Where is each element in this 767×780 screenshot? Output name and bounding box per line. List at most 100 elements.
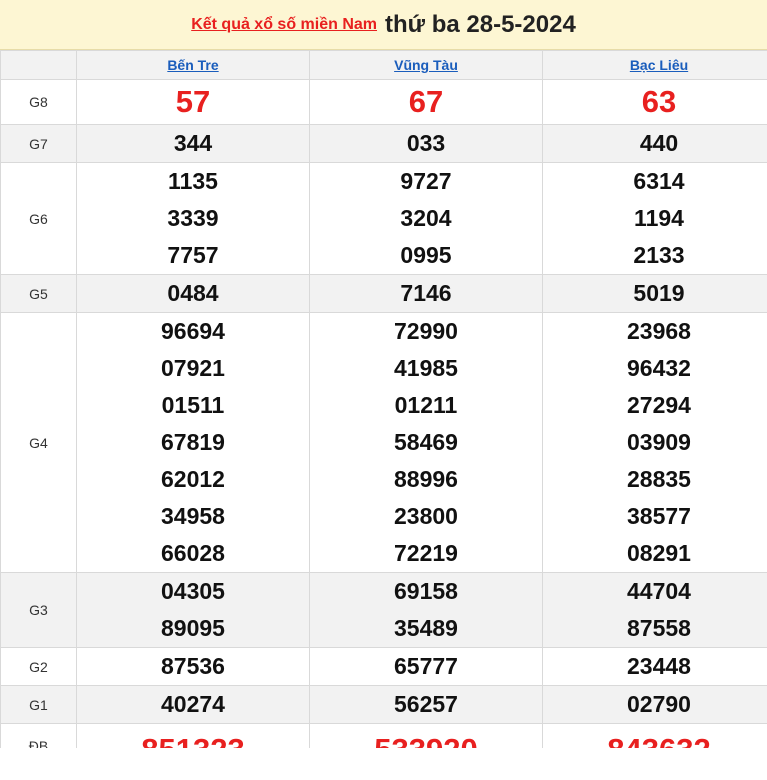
prize-number: 96432	[627, 355, 691, 381]
prize-number: 72219	[394, 540, 458, 566]
prize-number: 3204	[400, 205, 452, 231]
prize-cell: 440	[542, 124, 767, 163]
province-link-ben-tre[interactable]: Bến Tre	[167, 57, 218, 73]
prize-number: 28835	[627, 466, 691, 492]
prize-number: 1194	[634, 205, 684, 231]
results-table: Bến Tre Vũng Tàu Bạc Liêu G8 57 67 63 G7…	[0, 50, 767, 771]
prize-label: G7	[0, 124, 77, 163]
prize-number: 04305	[161, 578, 225, 604]
prize-number: 35489	[394, 615, 458, 641]
prize-cell: 63	[542, 79, 767, 125]
province-header-row: Bến Tre Vũng Tàu Bạc Liêu	[0, 50, 767, 80]
prize-number: 5019	[633, 280, 685, 306]
prize-number: 7757	[167, 242, 219, 268]
prize-number: 87536	[161, 653, 225, 679]
prize-cell: 96694 07921 01511 67819 62012 34958 6602…	[76, 312, 310, 573]
prize-label: G5	[0, 274, 77, 313]
prize-number: 44704	[627, 578, 691, 604]
prize-number: 02790	[627, 691, 691, 717]
prize-number: 1135	[168, 168, 218, 194]
prize-number: 23448	[627, 653, 691, 679]
prize-number: 23800	[394, 503, 458, 529]
prize-number: 96694	[161, 318, 225, 344]
prize-label: G8	[0, 79, 77, 125]
prize-number: 67	[408, 84, 444, 119]
prize-cell: 40274	[76, 685, 310, 724]
bottom-crop	[0, 748, 767, 780]
prize-label: G6	[0, 162, 77, 275]
prize-cell: 1135 3339 7757	[76, 162, 310, 275]
prize-number: 65777	[394, 653, 458, 679]
prize-number: 67819	[161, 429, 225, 455]
prize-cell: 04305 89095	[76, 572, 310, 648]
prize-cell: 7146	[309, 274, 543, 313]
prize-cell: 23968 96432 27294 03909 28835 38577 0829…	[542, 312, 767, 573]
prize-row-g2: G2 87536 65777 23448	[0, 647, 767, 686]
prize-cell: 72990 41985 01211 58469 88996 23800 7221…	[309, 312, 543, 573]
results-title-link[interactable]: Kết quả xổ số miền Nam	[191, 16, 377, 34]
prize-cell: 6314 1194 2133	[542, 162, 767, 275]
results-header: Kết quả xổ số miền Nam thứ ba 28-5-2024	[0, 0, 767, 50]
prize-number: 3339	[167, 205, 219, 231]
empty-header-cell	[0, 50, 77, 80]
prize-number: 88996	[394, 466, 458, 492]
prize-cell: 0484	[76, 274, 310, 313]
prize-row-g1: G1 40274 56257 02790	[0, 685, 767, 724]
prize-number: 344	[173, 130, 213, 156]
prize-number: 62012	[161, 466, 225, 492]
province-link-vung-tau[interactable]: Vũng Tàu	[394, 57, 458, 73]
prize-label: G3	[0, 572, 77, 648]
prize-cell: 033	[309, 124, 543, 163]
prize-cell: 56257	[309, 685, 543, 724]
prize-row-g8: G8 57 67 63	[0, 79, 767, 125]
prize-number: 41985	[394, 355, 458, 381]
prize-number: 66028	[161, 540, 225, 566]
prize-label: G4	[0, 312, 77, 573]
prize-number: 27294	[627, 392, 691, 418]
prize-number: 72990	[394, 318, 458, 344]
prize-row-g5: G5 0484 7146 5019	[0, 274, 767, 313]
prize-number: 7146	[400, 280, 452, 306]
prize-cell: 65777	[309, 647, 543, 686]
prize-cell: 5019	[542, 274, 767, 313]
prize-number: 56257	[394, 691, 458, 717]
prize-cell: 57	[76, 79, 310, 125]
prize-number: 57	[175, 84, 211, 119]
prize-label: G2	[0, 647, 77, 686]
prize-row-g6: G6 1135 3339 7757 9727 3204 0995 6314 11…	[0, 162, 767, 275]
prize-number: 6314	[633, 168, 685, 194]
prize-number: 440	[639, 130, 679, 156]
prize-number: 9727	[400, 168, 452, 194]
prize-number: 89095	[161, 615, 225, 641]
prize-row-g4: G4 96694 07921 01511 67819 62012 34958 6…	[0, 312, 767, 573]
prize-number: 07921	[161, 355, 225, 381]
prize-number: 01511	[161, 392, 225, 418]
prize-row-g7: G7 344 033 440	[0, 124, 767, 163]
prize-number: 08291	[627, 540, 691, 566]
results-page: Kết quả xổ số miền Nam thứ ba 28-5-2024 …	[0, 0, 767, 780]
province-cell: Bến Tre	[76, 50, 310, 80]
prize-number: 0484	[167, 280, 219, 306]
province-link-bac-lieu[interactable]: Bạc Liêu	[630, 57, 688, 73]
prize-number: 63	[641, 84, 677, 119]
prize-cell: 87536	[76, 647, 310, 686]
prize-number: 033	[406, 130, 446, 156]
province-cell: Bạc Liêu	[542, 50, 767, 80]
prize-number: 58469	[394, 429, 458, 455]
prize-cell: 344	[76, 124, 310, 163]
prize-cell: 23448	[542, 647, 767, 686]
prize-cell: 67	[309, 79, 543, 125]
prize-row-g3: G3 04305 89095 69158 35489 44704 87558	[0, 572, 767, 648]
prize-number: 01211	[394, 392, 458, 418]
prize-cell: 9727 3204 0995	[309, 162, 543, 275]
prize-number: 69158	[394, 578, 458, 604]
results-date: thứ ba 28-5-2024	[385, 10, 576, 38]
prize-number: 03909	[627, 429, 691, 455]
prize-cell: 02790	[542, 685, 767, 724]
prize-number: 38577	[627, 503, 691, 529]
prize-number: 23968	[627, 318, 691, 344]
prize-cell: 44704 87558	[542, 572, 767, 648]
prize-number: 87558	[627, 615, 691, 641]
prize-number: 0995	[400, 242, 452, 268]
prize-number: 40274	[161, 691, 225, 717]
